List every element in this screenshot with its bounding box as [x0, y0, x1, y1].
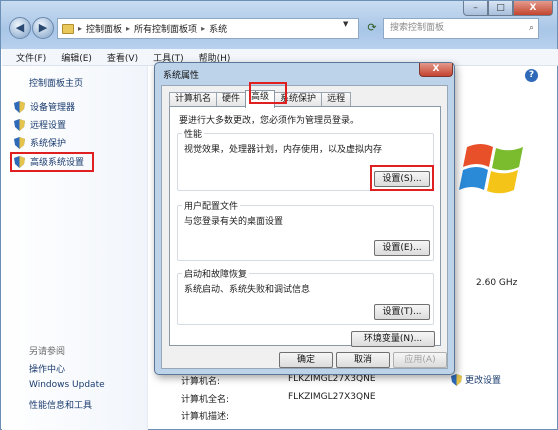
refresh-icon[interactable]: ⟳ [363, 19, 381, 38]
ok-button[interactable]: 确定 [279, 352, 333, 368]
nav-label: 系统保护 [30, 139, 67, 149]
info-label: 计算机全名: [181, 395, 230, 405]
nav-remote-settings[interactable]: 远程设置 [14, 118, 66, 131]
shield-icon [14, 100, 25, 113]
nav-label: 设备管理器 [30, 103, 76, 113]
breadcrumb-separator-icon: ▸ [201, 24, 206, 33]
menu-file[interactable]: 文件(F) [16, 51, 46, 64]
user-profiles-settings-button[interactable]: 设置(E)... [374, 240, 430, 256]
left-nav-pane: 控制面板主页 设备管理器 远程设置 系统保护 高级系统设置 另请参阅 操作中心 … [2, 66, 148, 430]
breadcrumb-separator-icon: ▸ [126, 24, 131, 33]
close-button[interactable]: X [513, 1, 553, 16]
startup-recovery-group: 启动和故障恢复 系统启动、系统失败和调试信息 设置(T)... [177, 267, 434, 325]
breadcrumb-item[interactable]: 系统 [209, 22, 227, 35]
forward-button[interactable]: ▶ [32, 17, 54, 39]
environment-variables-button[interactable]: 环境变量(N)... [351, 331, 435, 347]
startup-recovery-settings-button[interactable]: 设置(T)... [374, 304, 430, 320]
shield-icon [14, 118, 25, 131]
info-value: FLKZIMGL27X3QNE [288, 374, 376, 384]
highlight-box [10, 152, 94, 172]
tab-remote[interactable]: 远程 [321, 92, 352, 107]
change-settings-link[interactable]: 更改设置 [451, 373, 501, 386]
search-icon: ⌕ [528, 23, 534, 33]
link-performance-info[interactable]: 性能信息和工具 [29, 398, 92, 411]
button-highlight-box [370, 165, 434, 191]
control-panel-window: ◀ ▶ ▸ 控制面板 ▸ 所有控制面板项 ▸ 系统 ▼ ⟳ 搜索控制面板 ⌕ –… [0, 0, 558, 430]
maximize-button[interactable]: □ [488, 1, 513, 16]
shield-icon [451, 373, 462, 386]
tab-computer-name[interactable]: 计算机名 [169, 92, 218, 107]
nav-label: 远程设置 [30, 121, 67, 131]
group-title: 启动和故障恢复 [182, 267, 250, 280]
performance-group: 性能 视觉效果，处理器计划，内存使用，以及虚拟内存 设置(S)... [177, 127, 434, 191]
minimize-button[interactable]: – [463, 1, 488, 16]
search-placeholder: 搜索控制面板 [390, 23, 445, 33]
menu-view[interactable]: 查看(V) [107, 51, 138, 64]
control-panel-home-link[interactable]: 控制面板主页 [29, 76, 83, 89]
group-description: 系统启动、系统失败和调试信息 [184, 285, 311, 295]
see-also-heading: 另请参阅 [29, 347, 66, 357]
title-bar: ◀ ▶ ▸ 控制面板 ▸ 所有控制面板项 ▸ 系统 ▼ ⟳ 搜索控制面板 ⌕ –… [1, 1, 557, 49]
group-title: 性能 [182, 127, 205, 140]
nav-device-manager[interactable]: 设备管理器 [14, 100, 75, 113]
windows-logo-icon [459, 144, 523, 194]
group-title: 用户配置文件 [182, 199, 241, 212]
admin-notice: 要进行大多数更改，您必须作为管理员登录。 [179, 116, 360, 126]
dialog-body: 计算机名 硬件 高级 系统保护 远程 要进行大多数更改，您必须作为管理员登录。 … [161, 82, 448, 369]
tab-hardware[interactable]: 硬件 [216, 92, 247, 107]
breadcrumb-item[interactable]: 控制面板 [86, 22, 122, 35]
info-label: 计算机名: [181, 377, 221, 387]
link-action-center[interactable]: 操作中心 [29, 362, 65, 375]
menu-edit[interactable]: 编辑(E) [61, 51, 92, 64]
user-profiles-group: 用户配置文件 与您登录有关的桌面设置 设置(E)... [177, 199, 434, 261]
info-value: FLKZIMGL27X3QNE [288, 392, 376, 402]
system-properties-dialog: 系统属性 X 计算机名 硬件 高级 系统保护 远程 要进行大多数更改，您必须作为… [154, 62, 455, 375]
dialog-title: 系统属性 [163, 71, 200, 81]
nav-system-protection[interactable]: 系统保护 [14, 136, 66, 149]
address-bar[interactable]: ▸ 控制面板 ▸ 所有控制面板项 ▸ 系统 [57, 18, 359, 39]
info-label: 计算机描述: [181, 412, 230, 422]
advanced-tab-panel: 要进行大多数更改，您必须作为管理员登录。 性能 视觉效果，处理器计划，内存使用，… [169, 106, 441, 347]
help-icon[interactable]: ? [525, 69, 538, 82]
cancel-button[interactable]: 取消 [336, 352, 390, 368]
back-button[interactable]: ◀ [9, 17, 31, 39]
dialog-close-button[interactable]: X [419, 63, 453, 77]
breadcrumb-item[interactable]: 所有控制面板项 [134, 22, 197, 35]
change-settings-label: 更改设置 [465, 376, 502, 386]
folder-icon [62, 23, 74, 34]
group-description: 与您登录有关的桌面设置 [184, 217, 284, 227]
apply-button[interactable]: 应用(A) [393, 352, 447, 368]
search-input[interactable]: 搜索控制面板 ⌕ [383, 18, 539, 39]
address-dropdown-icon[interactable]: ▼ [343, 20, 348, 28]
cpu-speed: 2.60 GHz [476, 278, 518, 288]
shield-icon [14, 136, 25, 149]
link-windows-update[interactable]: Windows Update [29, 380, 105, 390]
tab-highlight-box [249, 82, 287, 104]
breadcrumb-separator-icon: ▸ [78, 24, 83, 33]
group-description: 视觉效果，处理器计划，内存使用，以及虚拟内存 [184, 145, 383, 155]
